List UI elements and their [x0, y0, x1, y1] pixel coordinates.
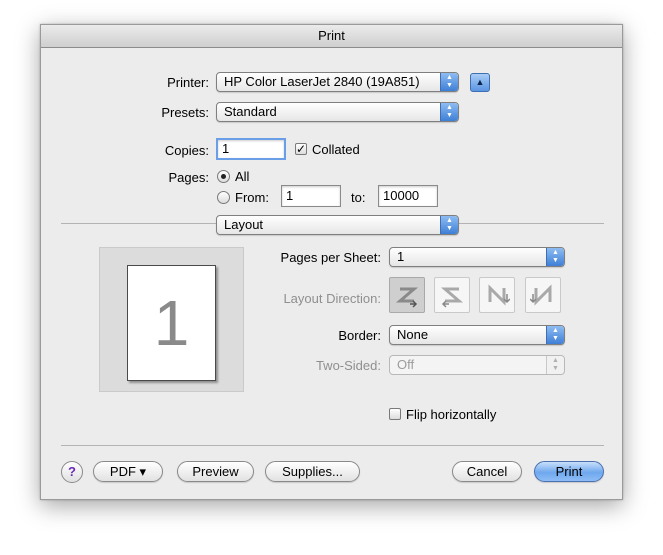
presets-popup[interactable]: Standard ▲ ▼ [216, 102, 459, 122]
printer-label: Printer: [167, 75, 209, 90]
reverse-n-direction-icon [530, 284, 552, 306]
two-sided-label: Two-Sided: [315, 358, 381, 373]
n-direction-icon [488, 284, 510, 306]
supplies-button[interactable]: Supplies... [265, 461, 360, 482]
preview-button[interactable]: Preview [177, 461, 254, 482]
cancel-button[interactable]: Cancel [452, 461, 522, 482]
presets-value: Standard [224, 104, 277, 119]
printer-popup[interactable]: HP Color LaserJet 2840 (19A851) ▲ ▼ [216, 72, 459, 92]
border-popup[interactable]: None ▲ ▼ [389, 325, 565, 345]
pages-per-sheet-label: Pages per Sheet: [280, 250, 381, 265]
page-preview: 1 [99, 247, 244, 392]
pages-per-sheet-popup[interactable]: 1 ▲ ▼ [389, 247, 565, 267]
divider [61, 445, 604, 446]
z-direction-icon [395, 287, 419, 308]
divider [459, 223, 604, 224]
pages-per-sheet-value: 1 [397, 249, 405, 264]
layout-direction-reverse-n-button[interactable] [525, 277, 561, 313]
reverse-z-direction-icon [440, 287, 464, 308]
divider [61, 223, 217, 224]
two-sided-popup[interactable]: Off ▲ ▼ [389, 355, 565, 375]
flip-horizontally-label: Flip horizontally [406, 407, 497, 422]
popup-arrows-icon: ▲ ▼ [440, 73, 458, 91]
layout-direction-label: Layout Direction: [283, 291, 381, 306]
layout-direction-n-button[interactable] [479, 277, 515, 313]
section-popup[interactable]: Layout ▲ ▼ [216, 215, 459, 235]
pages-all-radio[interactable] [217, 170, 230, 183]
print-button[interactable]: Print [534, 461, 604, 482]
flip-horizontally-checkbox[interactable] [389, 408, 401, 420]
window-title: Print [41, 25, 622, 48]
pages-to-label: to: [351, 190, 366, 205]
section-value: Layout [224, 217, 264, 232]
help-button[interactable]: ? [61, 461, 83, 483]
pages-from-field[interactable]: 1 [281, 185, 341, 207]
disclosure-triangle-button[interactable]: ▲ [470, 73, 490, 92]
popup-arrows-icon: ▲ ▼ [546, 356, 564, 374]
pages-from-radio[interactable] [217, 191, 230, 204]
popup-arrows-icon: ▲ ▼ [546, 248, 564, 266]
collated-label: Collated [312, 142, 360, 157]
collated-checkbox[interactable]: ✓ [295, 143, 307, 155]
pdf-menu-button[interactable]: PDF ▾ [93, 461, 163, 482]
popup-arrows-icon: ▲ ▼ [440, 216, 458, 234]
layout-direction-reverse-z-button[interactable] [434, 277, 470, 313]
popup-arrows-icon: ▲ ▼ [440, 103, 458, 121]
copies-label: Copies: [164, 143, 209, 158]
preview-page-number: 1 [153, 287, 190, 359]
two-sided-value: Off [397, 357, 415, 372]
presets-label: Presets: [161, 105, 209, 120]
checkmark-icon: ✓ [296, 142, 307, 156]
pages-label: Pages: [168, 170, 209, 185]
border-value: None [397, 327, 429, 342]
border-label: Border: [338, 328, 381, 343]
popup-arrows-icon: ▲ ▼ [546, 326, 564, 344]
pages-all-label: All [235, 169, 250, 184]
pages-to-field[interactable]: 10000 [378, 185, 438, 207]
preview-page: 1 [127, 265, 216, 381]
pages-from-label: From: [235, 190, 269, 205]
copies-field[interactable]: 1 [216, 138, 286, 160]
printer-value: HP Color LaserJet 2840 (19A851) [224, 74, 420, 89]
layout-direction-z-button[interactable] [389, 277, 425, 313]
print-dialog: Print Printer: HP Color LaserJet 2840 (1… [40, 24, 623, 500]
